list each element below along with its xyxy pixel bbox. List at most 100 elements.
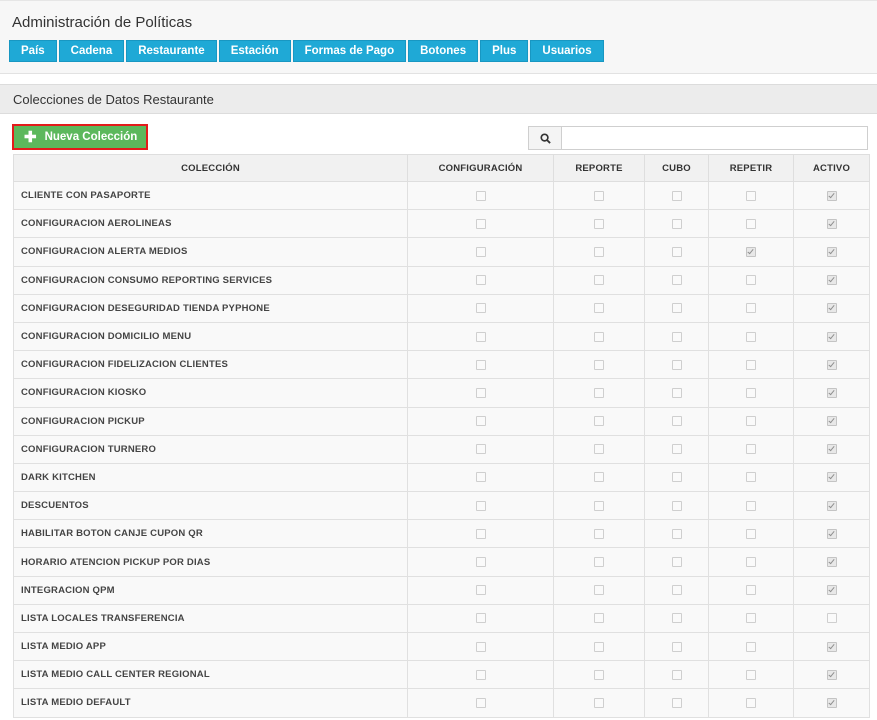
header-repetir[interactable]: REPETIR <box>708 154 794 182</box>
table-row[interactable]: LISTA MEDIO CALL CENTER REGIONAL <box>13 660 870 690</box>
table-row[interactable]: CONFIGURACION PICKUP <box>13 406 870 436</box>
activo-checkbox[interactable] <box>826 416 837 427</box>
repetir-checkbox[interactable] <box>746 697 756 708</box>
reporte-checkbox[interactable] <box>594 218 604 229</box>
configuracion-checkbox[interactable] <box>475 557 486 568</box>
repetir-checkbox[interactable] <box>746 472 756 483</box>
reporte-checkbox[interactable] <box>594 500 604 511</box>
repetir-checkbox[interactable] <box>746 331 756 342</box>
table-row[interactable]: DARK KITCHEN <box>13 462 870 493</box>
repetir-checkbox[interactable] <box>746 416 756 427</box>
repetir-checkbox[interactable] <box>746 641 756 652</box>
cubo-checkbox[interactable] <box>671 303 682 314</box>
configuracion-checkbox[interactable] <box>475 472 486 483</box>
search-input[interactable] <box>561 126 868 150</box>
activo-checkbox[interactable] <box>826 641 837 652</box>
tab-botones[interactable]: Botones <box>408 40 479 62</box>
configuracion-checkbox[interactable] <box>475 416 486 427</box>
table-row[interactable]: CONFIGURACION ALERTA MEDIOS <box>13 237 870 267</box>
cubo-checkbox[interactable] <box>671 528 682 539</box>
configuracion-checkbox[interactable] <box>475 303 486 314</box>
reporte-checkbox[interactable] <box>594 528 604 539</box>
configuracion-checkbox[interactable] <box>475 641 486 652</box>
tab-restaurante[interactable]: Restaurante <box>126 40 217 62</box>
tab-formas-de-pago[interactable]: Formas de Pago <box>292 40 407 62</box>
activo-checkbox[interactable] <box>826 613 837 624</box>
cubo-checkbox[interactable] <box>671 557 682 568</box>
reporte-checkbox[interactable] <box>594 416 604 427</box>
activo-checkbox[interactable] <box>826 218 837 229</box>
table-row[interactable]: CONFIGURACION TURNERO <box>13 434 870 464</box>
activo-checkbox[interactable] <box>826 669 837 680</box>
repetir-checkbox[interactable] <box>746 557 756 568</box>
configuracion-checkbox[interactable] <box>475 246 486 257</box>
configuracion-checkbox[interactable] <box>475 585 486 596</box>
repetir-checkbox[interactable] <box>746 190 756 201</box>
repetir-checkbox[interactable] <box>746 585 756 596</box>
tab-pais[interactable]: País <box>9 40 57 62</box>
cubo-checkbox[interactable] <box>671 472 682 483</box>
table-row[interactable]: LISTA LOCALES TRANSFERENCIA <box>13 603 870 634</box>
reporte-checkbox[interactable] <box>594 641 604 652</box>
reporte-checkbox[interactable] <box>594 275 604 286</box>
search-button[interactable] <box>528 126 562 150</box>
table-row[interactable]: DESCUENTOS <box>13 491 870 521</box>
activo-checkbox[interactable] <box>826 557 837 568</box>
reporte-checkbox[interactable] <box>594 331 604 342</box>
repetir-checkbox[interactable] <box>746 613 756 624</box>
table-row[interactable]: CONFIGURACION DOMICILIO MENU <box>13 321 870 352</box>
configuracion-checkbox[interactable] <box>475 359 486 370</box>
activo-checkbox[interactable] <box>826 246 837 257</box>
table-row[interactable]: CONFIGURACION FIDELIZACION CLIENTES <box>13 350 870 380</box>
repetir-checkbox[interactable] <box>746 500 756 511</box>
table-row[interactable]: HORARIO ATENCION PICKUP POR DIAS <box>13 547 870 577</box>
reporte-checkbox[interactable] <box>594 557 604 568</box>
cubo-checkbox[interactable] <box>671 641 682 652</box>
configuracion-checkbox[interactable] <box>475 218 486 229</box>
repetir-checkbox[interactable] <box>746 275 756 286</box>
configuracion-checkbox[interactable] <box>475 190 486 201</box>
repetir-checkbox[interactable] <box>746 528 756 539</box>
activo-checkbox[interactable] <box>826 275 837 286</box>
cubo-checkbox[interactable] <box>671 613 682 624</box>
table-row[interactable]: INTEGRACION QPM <box>13 575 870 605</box>
reporte-checkbox[interactable] <box>594 444 604 455</box>
activo-checkbox[interactable] <box>826 585 837 596</box>
cubo-checkbox[interactable] <box>671 697 682 708</box>
repetir-checkbox[interactable] <box>746 246 756 257</box>
tab-plus[interactable]: Plus <box>480 40 529 62</box>
activo-checkbox[interactable] <box>826 500 837 511</box>
activo-checkbox[interactable] <box>826 387 837 398</box>
header-cubo[interactable]: CUBO <box>644 154 709 182</box>
activo-checkbox[interactable] <box>826 359 837 370</box>
cubo-checkbox[interactable] <box>671 275 682 286</box>
cubo-checkbox[interactable] <box>671 387 682 398</box>
configuracion-checkbox[interactable] <box>475 331 486 342</box>
activo-checkbox[interactable] <box>826 444 837 455</box>
repetir-checkbox[interactable] <box>746 359 756 370</box>
table-row[interactable]: CONFIGURACION CONSUMO REPORTING SERVICES <box>13 265 870 295</box>
cubo-checkbox[interactable] <box>671 416 682 427</box>
configuracion-checkbox[interactable] <box>475 613 486 624</box>
tab-cadena[interactable]: Cadena <box>58 40 125 62</box>
table-row[interactable]: LISTA MEDIO DEFAULT <box>13 688 870 718</box>
cubo-checkbox[interactable] <box>671 331 682 342</box>
table-row[interactable]: CONFIGURACION KIOSKO <box>13 378 870 408</box>
activo-checkbox[interactable] <box>826 528 837 539</box>
cubo-checkbox[interactable] <box>671 444 682 455</box>
configuracion-checkbox[interactable] <box>475 500 486 511</box>
cubo-checkbox[interactable] <box>671 246 682 257</box>
configuracion-checkbox[interactable] <box>475 528 486 539</box>
repetir-checkbox[interactable] <box>746 303 756 314</box>
repetir-checkbox[interactable] <box>746 218 756 229</box>
activo-checkbox[interactable] <box>826 472 837 483</box>
activo-checkbox[interactable] <box>826 303 837 314</box>
repetir-checkbox[interactable] <box>746 387 756 398</box>
reporte-checkbox[interactable] <box>594 190 604 201</box>
repetir-checkbox[interactable] <box>746 669 756 680</box>
reporte-checkbox[interactable] <box>594 669 604 680</box>
activo-checkbox[interactable] <box>826 331 837 342</box>
header-coleccion[interactable]: COLECCIÓN <box>13 154 408 182</box>
reporte-checkbox[interactable] <box>594 697 604 708</box>
reporte-checkbox[interactable] <box>594 472 604 483</box>
